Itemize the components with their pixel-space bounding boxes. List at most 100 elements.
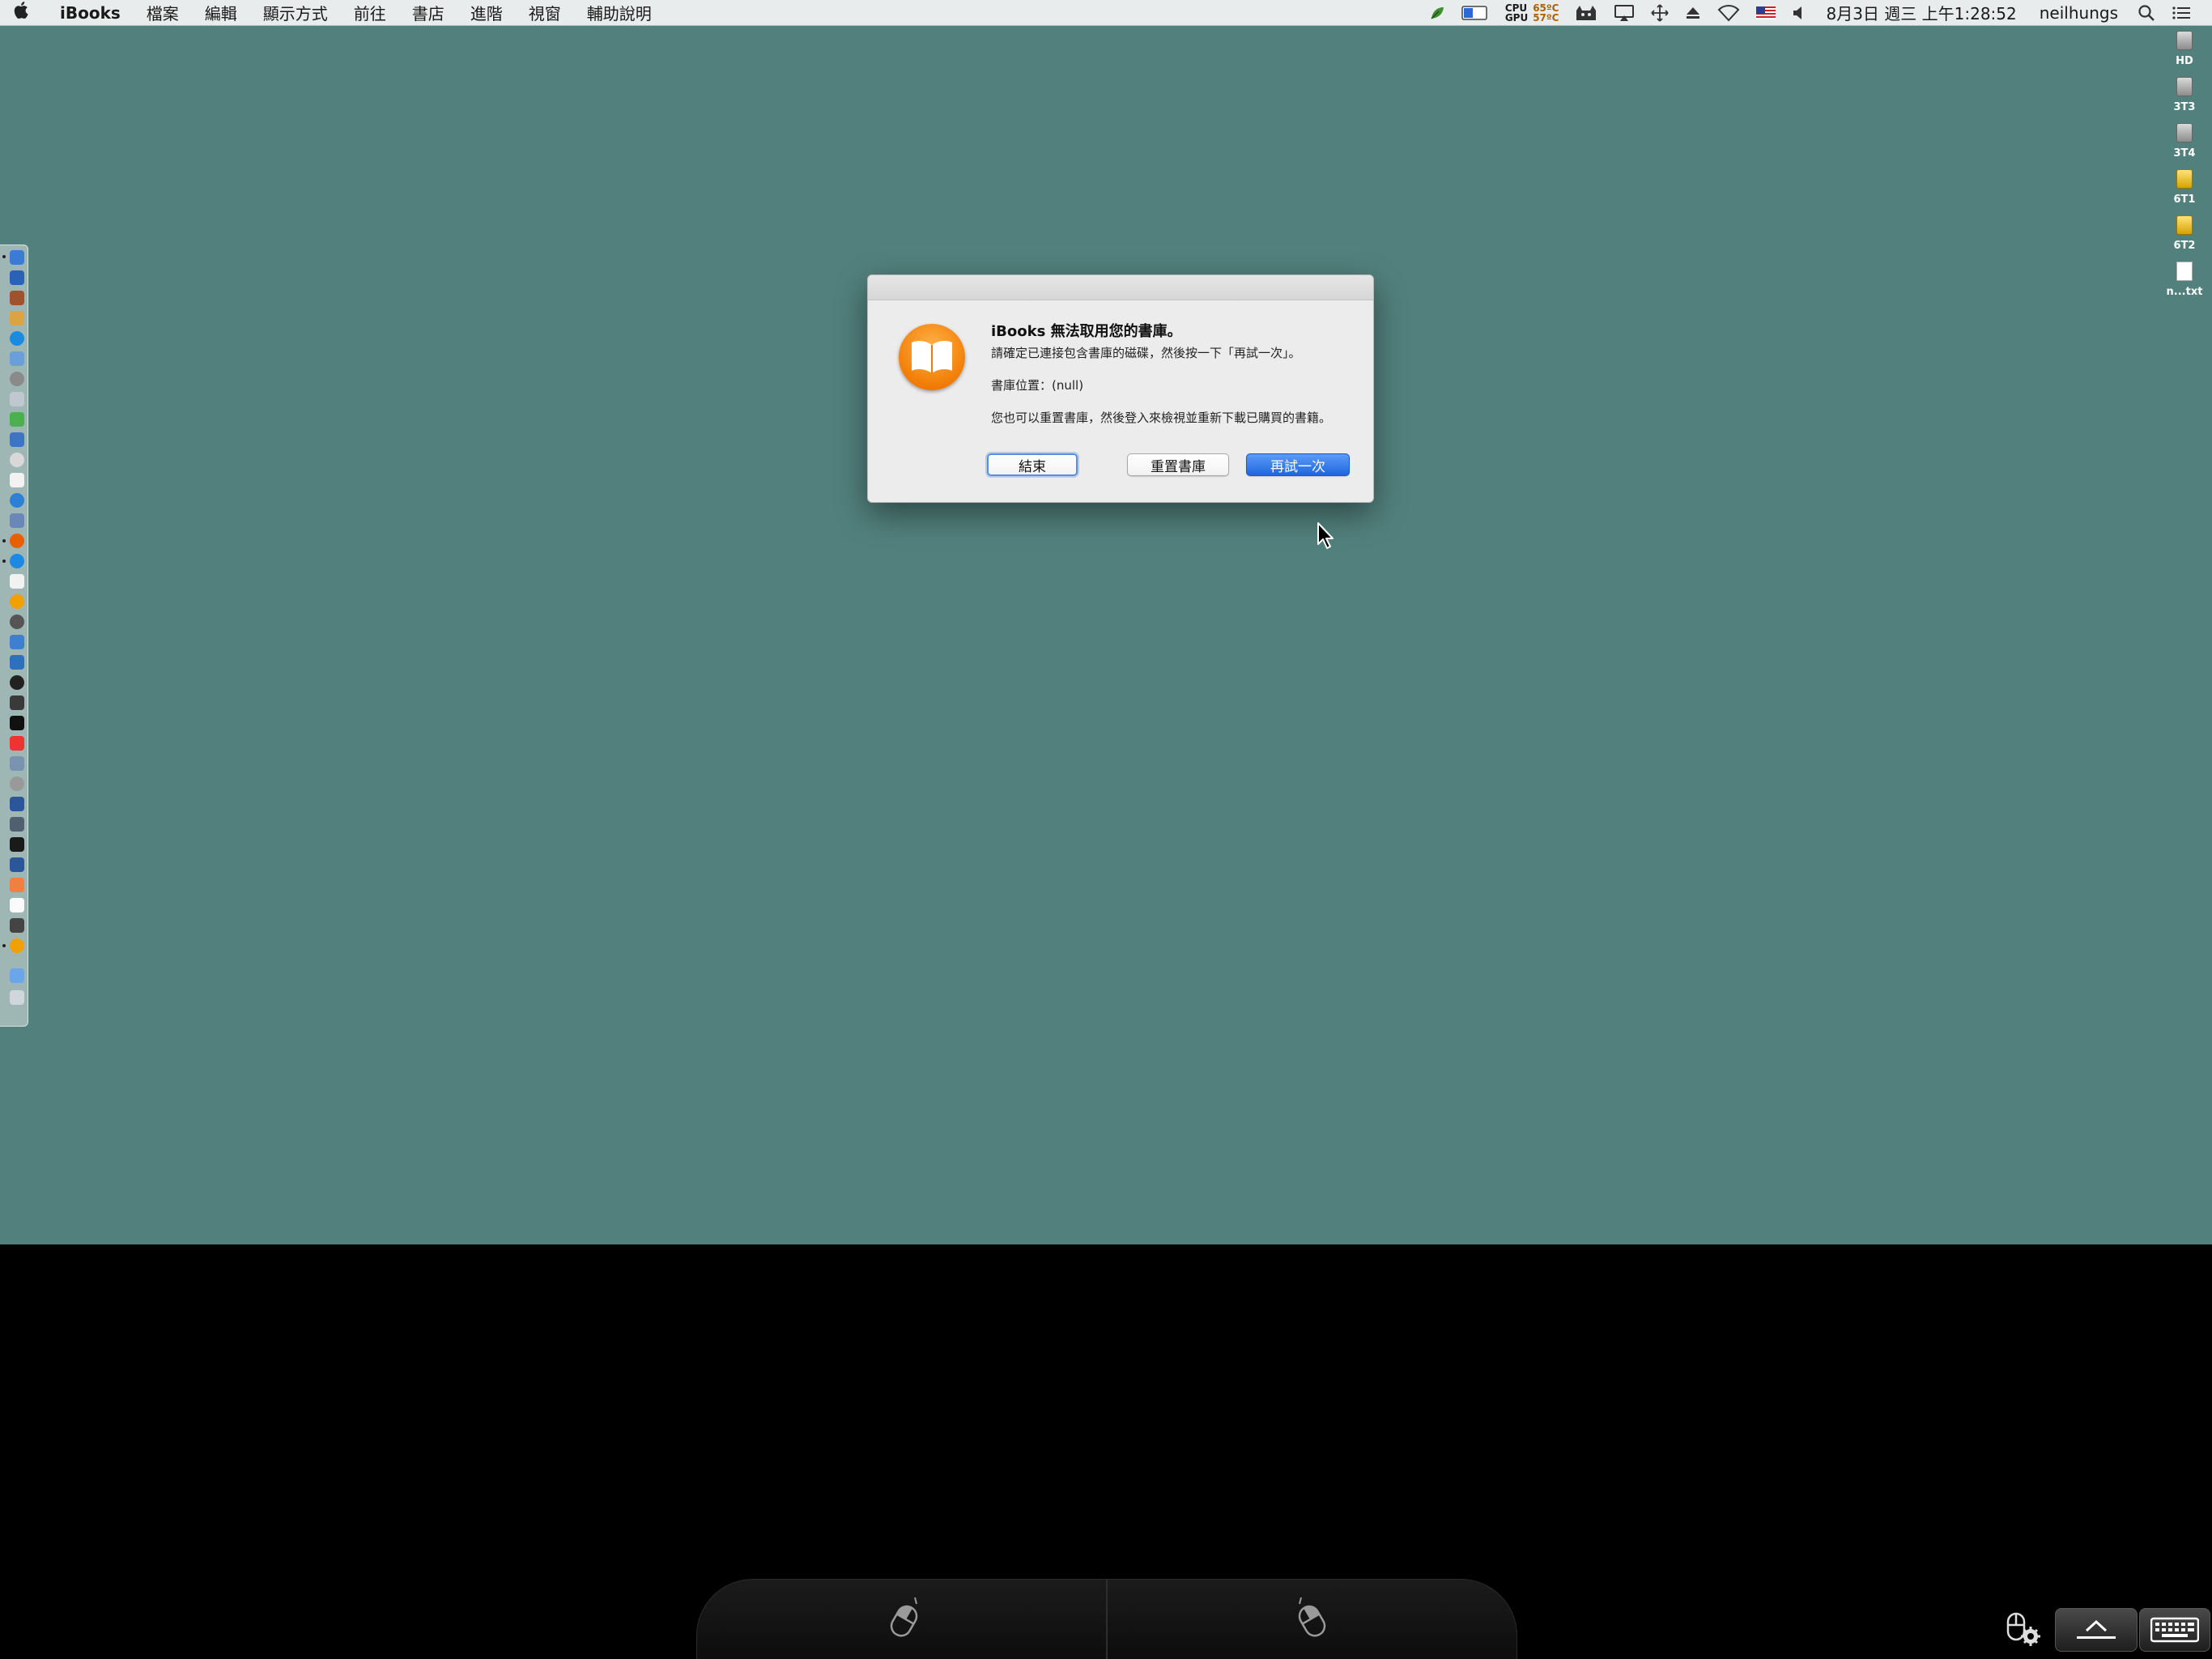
terminal-icon[interactable] [10, 716, 24, 730]
menu-go[interactable]: 前往 [341, 1, 399, 24]
disk-utility-icon[interactable] [10, 776, 24, 791]
mail-icon[interactable] [10, 351, 24, 366]
globe-icon[interactable] [10, 493, 24, 508]
menubar-clock[interactable]: 8月3日 週三 上午1:28:52 [1826, 1, 2016, 24]
menubar-user[interactable]: neilhungs [2040, 3, 2118, 23]
script-icon[interactable] [10, 898, 24, 912]
keyboard-icon [2150, 1617, 2199, 1643]
safari-icon[interactable] [10, 331, 24, 346]
camera-icon[interactable] [10, 615, 24, 629]
console-icon[interactable] [10, 837, 24, 852]
menu-file[interactable]: 檔案 [134, 1, 192, 24]
desktop-item-label: 6T1 [2173, 194, 2196, 206]
menu-view[interactable]: 顯示方式 [250, 1, 341, 24]
chevron-up-icon [2077, 1619, 2116, 1639]
running-indicator [2, 559, 6, 563]
gpu-label: GPU [1504, 11, 1529, 23]
menu-advanced[interactable]: 進階 [457, 1, 516, 24]
pdf-reader-icon[interactable] [10, 736, 24, 751]
left-click-mouse-icon[interactable] [879, 1594, 928, 1646]
clock-app-icon[interactable] [10, 453, 24, 467]
ibooks-alert-dialog: iBooks 無法取用您的書庫。 請確定已連接包含書庫的磁碟，然後按一下「再試一… [867, 274, 1374, 503]
word-w-icon[interactable] [10, 797, 24, 811]
us-flag-icon[interactable] [1756, 6, 1776, 19]
desktop-item-label: n...txt [2166, 286, 2203, 298]
desktop-item-3t3[interactable]: 3T3 [2152, 77, 2212, 113]
microsoft-word-icon[interactable] [10, 857, 24, 872]
penguin-app-icon[interactable] [10, 675, 24, 690]
external-drive-icon [2176, 215, 2193, 235]
desktop-item-6t2[interactable]: 6T2 [2152, 215, 2212, 252]
photo-app-icon[interactable] [10, 291, 24, 305]
utility-icon[interactable] [10, 392, 24, 406]
sync-app-icon[interactable] [10, 554, 24, 568]
notification-center-icon[interactable] [2172, 5, 2191, 21]
numbers-icon[interactable] [10, 412, 24, 427]
desktop-item-3t4[interactable]: 3T4 [2152, 123, 2212, 160]
running-indicator [2, 255, 6, 258]
contacts-icon[interactable] [10, 513, 24, 528]
downloads-folder-icon[interactable] [10, 968, 24, 983]
desktop-item-text-file[interactable]: n...txt [2152, 262, 2212, 298]
desktop-item-6t1[interactable]: 6T1 [2152, 169, 2212, 206]
trash-icon[interactable] [10, 990, 24, 1005]
mouse-settings-gear-icon[interactable] [2000, 1608, 2047, 1650]
drive-icon [2176, 77, 2193, 96]
powerpoint-icon[interactable] [10, 878, 24, 892]
running-indicator [2, 944, 6, 947]
right-click-mouse-icon[interactable] [1288, 1594, 1337, 1646]
preview-icon[interactable] [10, 311, 24, 325]
spotlight-search-icon[interactable] [2138, 4, 2155, 22]
dialog-message-reset-hint: 您也可以重置書庫，然後登入來檢視並重新下載已購買的書籍。 [991, 410, 1332, 425]
desktop-item-label: 6T2 [2173, 240, 2196, 252]
eject-icon[interactable] [1685, 5, 1701, 21]
wifi-icon[interactable] [1717, 4, 1740, 22]
firefox-icon[interactable] [10, 534, 24, 548]
menu-window[interactable]: 視窗 [516, 1, 574, 24]
airplay-icon[interactable] [1614, 4, 1635, 22]
keynote-icon[interactable] [10, 432, 24, 447]
drive-app-icon[interactable] [10, 655, 24, 670]
dock [0, 245, 28, 1027]
pen-tool-icon[interactable] [10, 817, 24, 832]
script-editor-icon[interactable] [10, 756, 24, 771]
move-arrows-icon[interactable] [1651, 3, 1670, 22]
desktop-item-label: HD [2176, 55, 2193, 67]
running-indicator [2, 539, 6, 542]
cloud-app-icon[interactable] [10, 635, 24, 649]
cat-icon[interactable] [1575, 4, 1597, 22]
reset-library-button[interactable]: 重置書庫 [1127, 453, 1229, 476]
game-icon[interactable] [10, 696, 24, 710]
finder-icon[interactable] [10, 250, 24, 265]
system-preferences-icon[interactable] [10, 372, 24, 386]
apple-icon[interactable] [0, 2, 42, 23]
ibooks-dock-icon[interactable] [10, 594, 24, 609]
leaf-icon[interactable] [1429, 5, 1445, 21]
cpu-gpu-monitor[interactable]: CPU GPU 65ºC 57ºC [1505, 3, 1559, 23]
ibooks-app-icon [899, 324, 965, 390]
cpu-label: CPU [1504, 2, 1528, 14]
app-store-icon[interactable] [10, 270, 24, 285]
quit-button[interactable]: 結束 [987, 453, 1078, 476]
menu-store[interactable]: 書店 [399, 1, 457, 24]
remote-mouse-pad[interactable] [696, 1579, 1517, 1659]
cpu-temp: 65ºC [1533, 2, 1559, 14]
battery-style-icon[interactable] [1461, 5, 1489, 21]
hide-panel-button[interactable] [2055, 1608, 2138, 1652]
desktop-item-hd[interactable]: HD [2152, 31, 2212, 67]
cloud-upload-icon[interactable] [10, 918, 24, 933]
menu-edit[interactable]: 編輯 [192, 1, 250, 24]
textedit-icon[interactable] [10, 473, 24, 487]
menu-help[interactable]: 輔助說明 [574, 1, 665, 24]
drive-icon [2176, 123, 2193, 143]
dialog-titlebar[interactable] [868, 275, 1373, 300]
volume-icon[interactable] [1792, 5, 1806, 21]
dialog-message-connect: 請確定已連接包含書庫的磁碟，然後按一下「再試一次」。 [991, 346, 1301, 360]
drive-icon [2176, 31, 2193, 50]
retry-button[interactable]: 再試一次 [1246, 453, 1350, 476]
menu-app-name[interactable]: iBooks [42, 3, 134, 23]
desktop-item-label: 3T3 [2173, 101, 2196, 113]
keyboard-button[interactable] [2139, 1608, 2210, 1652]
notes-icon[interactable] [10, 574, 24, 589]
ibooks-running-icon[interactable] [10, 938, 24, 953]
